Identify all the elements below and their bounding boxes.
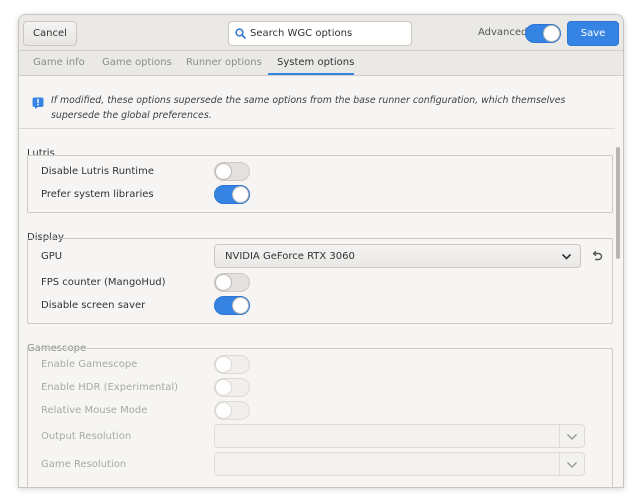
scrollbar[interactable] <box>615 76 621 487</box>
relative-mouse-mode-toggle[interactable] <box>214 401 250 420</box>
search-placeholder: Search WGC options <box>250 28 353 39</box>
chevron-down-icon <box>566 433 578 441</box>
header-bar: Cancel Search WGC options Advanced Save <box>19 15 623 51</box>
tab-bar: Game info Game options Runner options Sy… <box>19 51 623 76</box>
disable-lutris-runtime-toggle[interactable] <box>214 162 250 181</box>
reset-icon[interactable] <box>591 250 603 262</box>
fps-counter-toggle[interactable] <box>214 273 250 292</box>
option-label: Prefer system libraries <box>41 189 154 200</box>
output-resolution-dropdown-button[interactable] <box>559 424 585 448</box>
game-resolution-input[interactable] <box>214 452 560 476</box>
gpu-label: GPU <box>41 251 63 262</box>
save-button[interactable]: Save <box>567 21 619 46</box>
tab-game-options[interactable]: Game options <box>102 57 172 68</box>
options-window: Cancel Search WGC options Advanced Save … <box>18 14 624 488</box>
gpu-select-value: NVIDIA GeForce RTX 3060 <box>225 251 355 262</box>
chevron-down-icon <box>566 461 578 469</box>
toggle-knob <box>232 297 249 314</box>
option-label: Relative Mouse Mode <box>41 405 148 416</box>
info-banner: If modified, these options supersede the… <box>19 76 615 129</box>
toggle-knob <box>215 163 232 180</box>
search-field[interactable]: Search WGC options <box>228 21 412 46</box>
active-tab-indicator <box>268 73 354 75</box>
option-label: Enable HDR (Experimental) <box>41 382 179 393</box>
advanced-label: Advanced <box>478 27 528 38</box>
enable-hdr-toggle[interactable] <box>214 378 250 397</box>
option-label: Disable Lutris Runtime <box>41 166 154 177</box>
toggle-knob <box>543 25 560 42</box>
search-icon <box>235 28 246 39</box>
gpu-select[interactable]: NVIDIA GeForce RTX 3060 <box>214 244 581 268</box>
tab-runner-options[interactable]: Runner options <box>186 57 262 68</box>
prefer-system-libraries-toggle[interactable] <box>214 185 250 204</box>
enable-gamescope-toggle[interactable] <box>214 355 250 374</box>
cancel-button[interactable]: Cancel <box>23 21 77 46</box>
tab-game-info[interactable]: Game info <box>33 57 85 68</box>
chevron-down-icon <box>561 253 572 260</box>
toggle-knob <box>232 186 249 203</box>
option-label: Disable screen saver <box>41 300 146 311</box>
disable-screen-saver-toggle[interactable] <box>214 296 250 315</box>
toggle-knob <box>215 274 232 291</box>
lutris-frame <box>27 155 613 213</box>
info-icon <box>32 97 44 109</box>
option-label: FPS counter (MangoHud) <box>41 277 166 288</box>
toggle-knob <box>215 379 232 396</box>
game-resolution-dropdown-button[interactable] <box>559 452 585 476</box>
advanced-toggle[interactable] <box>525 24 561 43</box>
output-resolution-label: Output Resolution <box>41 431 132 442</box>
option-label: Enable Gamescope <box>41 359 138 370</box>
tab-system-options[interactable]: System options <box>277 57 354 68</box>
output-resolution-input[interactable] <box>214 424 560 448</box>
toggle-knob <box>215 356 232 373</box>
scrollbar-thumb[interactable] <box>616 147 620 259</box>
game-resolution-label: Game Resolution <box>41 459 127 470</box>
info-text: If modified, these options supersede the… <box>51 95 566 121</box>
toggle-knob <box>215 402 232 419</box>
